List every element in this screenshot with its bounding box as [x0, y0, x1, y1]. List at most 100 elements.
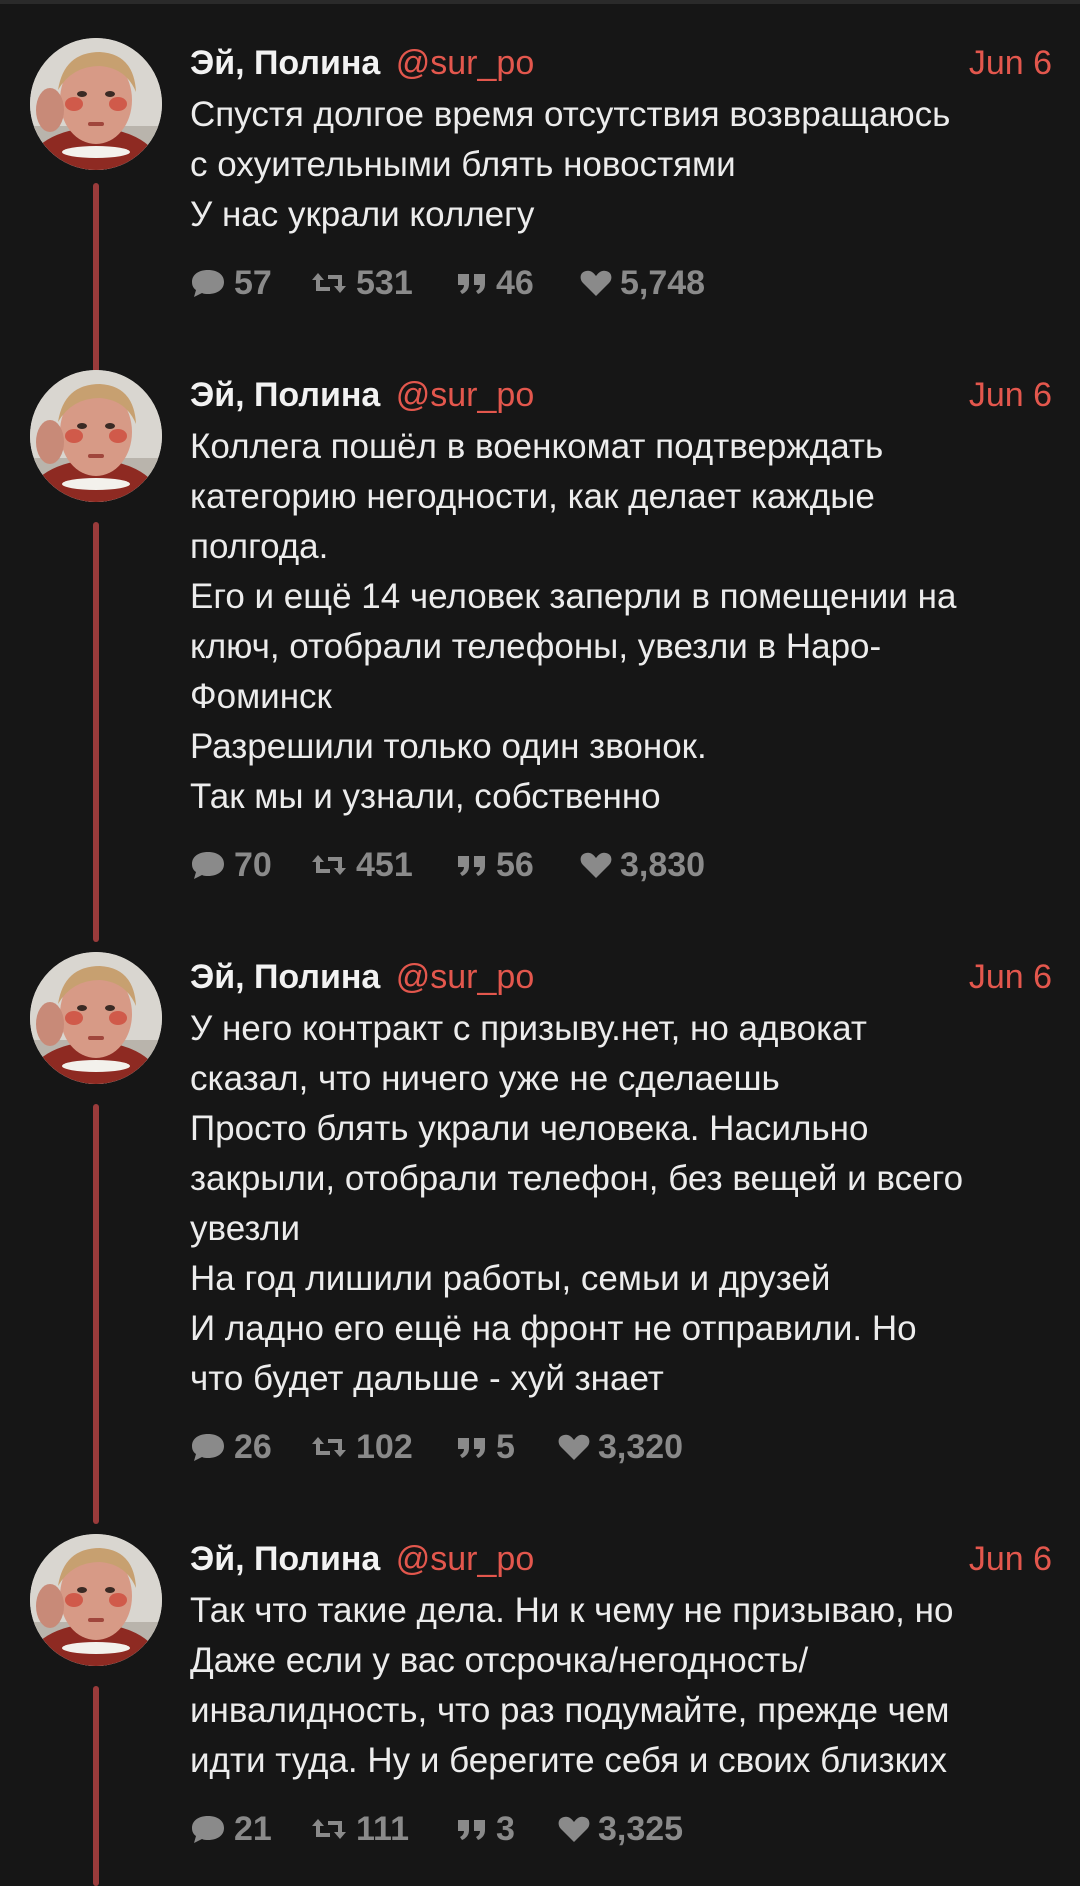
tweet-text-line: Спустя долгое время отсутствия возвращаю…: [190, 95, 951, 134]
tweet-date[interactable]: Jun 6: [969, 370, 1052, 420]
reply-stat[interactable]: 70: [190, 840, 272, 890]
reply-stat[interactable]: 26: [190, 1422, 272, 1472]
quote-icon: [458, 856, 485, 876]
tweet-text-line: Так мы и узнали, собственно: [190, 777, 661, 816]
quote-stat[interactable]: 3: [456, 1804, 515, 1854]
tweet-text-line: И ладно его ещё на фронт не отправили. Н…: [190, 1309, 917, 1348]
author-name[interactable]: Эй, Полина: [190, 958, 380, 996]
tweet-header: Эй, Полина @sur_po Jun 6: [190, 952, 1052, 1002]
author-handle[interactable]: @sur_po: [396, 376, 534, 414]
thread-line: [93, 183, 99, 401]
tweet-date[interactable]: Jun 6: [969, 952, 1052, 1002]
like-count: 3,325: [598, 1810, 684, 1848]
tweet-text-line: У нас украли коллегу: [190, 195, 535, 234]
tweet-text: Спустя долгое время отсутствия возвращаю…: [190, 90, 1060, 240]
retweet-stat[interactable]: 111: [310, 1804, 409, 1854]
like-count: 5,748: [620, 264, 706, 302]
tweet-text-line: инвалидность, что раз подумайте, прежде …: [190, 1691, 950, 1730]
tweet-header: Эй, Полина @sur_po Jun 6: [190, 38, 1052, 88]
reply-count: 21: [234, 1810, 272, 1848]
like-stat[interactable]: 3,325: [558, 1804, 683, 1854]
avatar[interactable]: [30, 38, 162, 170]
author-handle[interactable]: @sur_po: [396, 1540, 534, 1578]
tweet-text-line: Так что такие дела. Ни к чему не призыва…: [190, 1591, 954, 1630]
tweet-header: Эй, Полина @sur_po Jun 6: [190, 1534, 1052, 1584]
author-name[interactable]: Эй, Полина: [190, 44, 380, 82]
retweet-stat[interactable]: 451: [310, 840, 413, 890]
tweet-text-line: с охуительными блять новостями: [190, 145, 736, 184]
retweet-icon: [312, 855, 346, 875]
retweet-count: 111: [356, 1810, 409, 1848]
like-count: 3,320: [598, 1428, 684, 1466]
tweet-text-line: Разрешили только один звонок.: [190, 727, 707, 766]
tweet-text-line: Коллега пошёл в военкомат подтверждать: [190, 427, 884, 466]
tweet-text-line: Просто блять украли человека. Насильно: [190, 1109, 869, 1148]
quote-stat[interactable]: 46: [456, 258, 534, 308]
author-handle[interactable]: @sur_po: [396, 958, 534, 996]
heart-icon: [580, 270, 612, 296]
retweet-stat[interactable]: 531: [310, 258, 413, 308]
quote-icon: [458, 1820, 485, 1840]
speech-bubble-icon: [192, 270, 224, 297]
reply-stat[interactable]: 21: [190, 1804, 272, 1854]
quote-count: 56: [496, 846, 534, 884]
tweet-text-line: увезли: [190, 1209, 301, 1248]
tweet-text-line: закрыли, отобрали телефон, без вещей и в…: [190, 1159, 964, 1198]
avatar[interactable]: [30, 370, 162, 502]
quote-count: 46: [496, 264, 534, 302]
tweet-text: Коллега пошёл в военкомат подтверждать к…: [190, 422, 1060, 822]
retweet-icon: [312, 273, 346, 293]
like-stat[interactable]: 3,830: [580, 840, 705, 890]
speech-bubble-icon: [192, 1816, 224, 1843]
tweet-date[interactable]: Jun 6: [969, 38, 1052, 88]
avatar[interactable]: [30, 1534, 162, 1666]
tweet-text-line: Его и ещё 14 человек заперли в помещении…: [190, 577, 957, 616]
reply-stat[interactable]: 57: [190, 258, 272, 308]
like-count: 3,830: [620, 846, 706, 884]
heart-icon: [558, 1816, 590, 1842]
tweet-text-line: ключ, отобрали телефоны, увезли в Наро-: [190, 627, 882, 666]
like-stat[interactable]: 3,320: [558, 1422, 683, 1472]
tweet-text-line: Фоминск: [190, 677, 332, 716]
tweet-text-line: категорию негодности, как делает каждые: [190, 477, 875, 516]
tweet-text: У него контракт с призыву.нет, но адвока…: [190, 1004, 1060, 1404]
tweet-text-line: полгода.: [190, 527, 329, 566]
tweet-header: Эй, Полина @sur_po Jun 6: [190, 370, 1052, 420]
tweet-text-line: идти туда. Ну и берегите себя и своих бл…: [190, 1741, 947, 1780]
author-name[interactable]: Эй, Полина: [190, 1540, 380, 1578]
tweet-date[interactable]: Jun 6: [969, 1534, 1052, 1584]
quote-stat[interactable]: 5: [456, 1422, 515, 1472]
like-stat[interactable]: 5,748: [580, 258, 705, 308]
thread-line: [93, 1686, 99, 1886]
tweet-text-line: сказал, что ничего уже не сделаешь: [190, 1059, 780, 1098]
retweet-icon: [312, 1437, 346, 1457]
quote-count: 3: [496, 1810, 515, 1848]
retweet-stat[interactable]: 102: [310, 1422, 413, 1472]
speech-bubble-icon: [192, 852, 224, 879]
reply-count: 57: [234, 264, 272, 302]
author-handle[interactable]: @sur_po: [396, 44, 534, 82]
retweet-count: 531: [356, 264, 413, 302]
reply-count: 70: [234, 846, 272, 884]
heart-icon: [558, 1434, 590, 1460]
quote-count: 5: [496, 1428, 515, 1466]
reply-count: 26: [234, 1428, 272, 1466]
speech-bubble-icon: [192, 1434, 224, 1461]
author-name[interactable]: Эй, Полина: [190, 376, 380, 414]
retweet-count: 451: [356, 846, 413, 884]
heart-icon: [580, 852, 612, 878]
tweet-text-line: У него контракт с призыву.нет, но адвока…: [190, 1009, 867, 1048]
quote-icon: [458, 1438, 485, 1458]
avatar[interactable]: [30, 952, 162, 1084]
tweet-text: Так что такие дела. Ни к чему не призыва…: [190, 1586, 1060, 1786]
retweet-count: 102: [356, 1428, 413, 1466]
quote-icon: [458, 274, 485, 294]
tweet-text-line: что будет дальше - хуй знает: [190, 1359, 664, 1398]
thread-line: [93, 1104, 99, 1524]
retweet-icon: [312, 1819, 346, 1839]
tweet-text-line: На год лишили работы, семьи и друзей: [190, 1259, 831, 1298]
tweet-text-line: Даже если у вас отсрочка/негодность/: [190, 1641, 809, 1680]
thread-line: [93, 522, 99, 942]
top-edge: [0, 0, 1080, 4]
quote-stat[interactable]: 56: [456, 840, 534, 890]
